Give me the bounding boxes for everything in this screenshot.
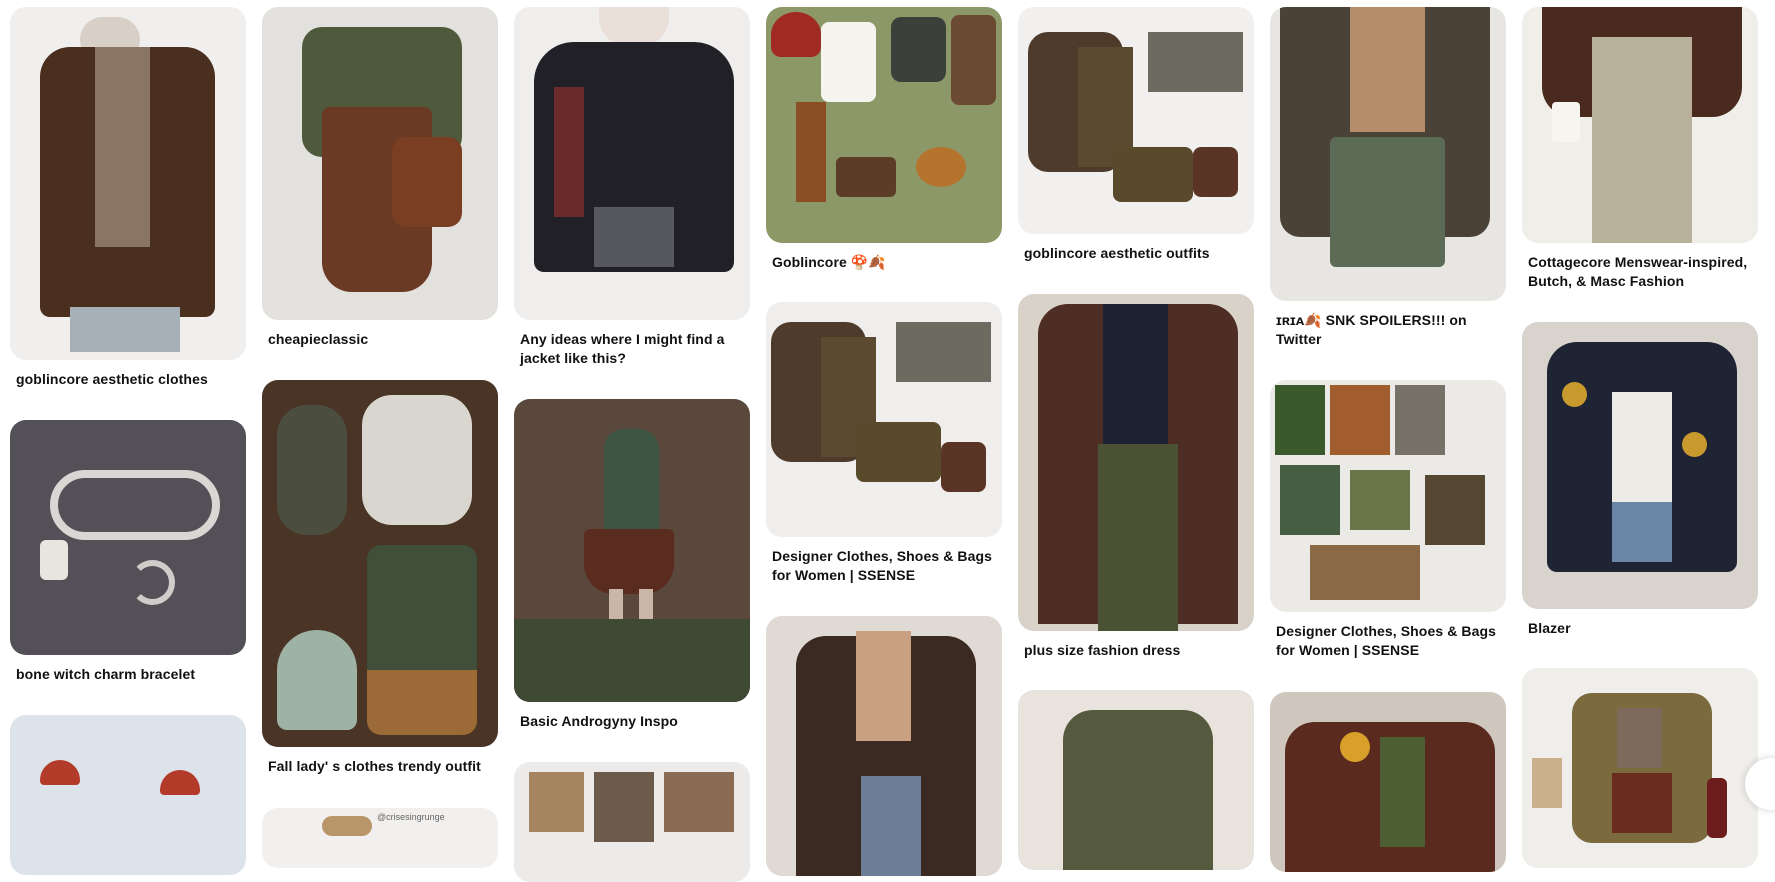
pin-caption[interactable]: Basic Androgyny Inspo (520, 712, 744, 731)
pin-card[interactable] (766, 616, 1002, 876)
pin-card[interactable]: Basic Androgyny Inspo (514, 399, 750, 731)
pin-card[interactable]: goblincore aesthetic clothes (10, 7, 246, 389)
pin-caption[interactable]: bone witch charm bracelet (16, 665, 240, 684)
pin-card[interactable]: Designer Clothes, Shoes & Bags for Women… (1270, 380, 1506, 660)
pin-caption[interactable]: Fall lady' s clothes trendy outfit (268, 757, 492, 776)
pin-image-goblincore-outfits[interactable] (1018, 7, 1254, 234)
pin-image-flower-sweater[interactable] (1270, 692, 1506, 872)
pin-image-patchwork-jacket[interactable] (514, 7, 750, 320)
pin-image-flatlay-backpack[interactable] (262, 380, 498, 747)
pin-image-mushroom-shirt[interactable] (10, 715, 246, 875)
pin-caption[interactable]: goblincore aesthetic clothes (16, 370, 240, 389)
pin-image-charm-bracelet[interactable] (10, 420, 246, 655)
pin-card[interactable]: bone witch charm bracelet (10, 420, 246, 684)
pin-image-ssense-goblincore[interactable] (766, 302, 1002, 537)
pin-caption[interactable]: Blazer (1528, 619, 1752, 638)
pin-card[interactable]: Cottagecore Menswear-inspired, Butch, & … (1522, 7, 1758, 291)
pin-card[interactable]: Goblincore 🍄🍂 (766, 7, 1002, 272)
pin-caption[interactable]: Any ideas where I might find a jacket li… (520, 330, 744, 368)
pin-image-collage[interactable] (514, 762, 750, 882)
pin-card[interactable]: Designer Clothes, Shoes & Bags for Women… (766, 302, 1002, 585)
pin-card[interactable] (1270, 692, 1506, 872)
pin-card[interactable]: cheapieclassic (262, 7, 498, 349)
pin-caption[interactable]: cheapieclassic (268, 330, 492, 349)
pin-caption[interactable]: Designer Clothes, Shoes & Bags for Women… (1276, 622, 1500, 660)
pin-card[interactable]: Any ideas where I might find a jacket li… (514, 7, 750, 368)
pin-card[interactable]: Blazer (1522, 322, 1758, 638)
pin-caption[interactable]: plus size fashion dress (1024, 641, 1248, 660)
pin-card[interactable]: Fall lady' s clothes trendy outfit (262, 380, 498, 776)
pin-image-forest-collage[interactable] (1270, 380, 1506, 612)
pin-card[interactable] (514, 762, 750, 882)
pin-card[interactable]: plus size fashion dress (1018, 294, 1254, 660)
pin-image-cottagecore-flatlay[interactable] (1522, 668, 1758, 868)
pin-card[interactable]: goblincore aesthetic outfits (1018, 7, 1254, 263)
pin-card[interactable] (1522, 668, 1758, 868)
pin-image-plaid-shorts[interactable] (1270, 7, 1506, 301)
pin-board: { "captions": { "c0_0": "goblincore aest… (0, 0, 1775, 882)
pin-image-corduroy-coat[interactable] (10, 7, 246, 360)
pin-card[interactable] (10, 715, 246, 875)
pin-image-watermarked[interactable]: @crisesingrunge (262, 808, 498, 868)
pin-image-floral-blazer[interactable] (1522, 322, 1758, 609)
pin-card[interactable]: @crisesingrunge (262, 808, 498, 868)
pin-image-overalls[interactable] (1522, 7, 1758, 243)
pin-caption[interactable]: Designer Clothes, Shoes & Bags for Women… (772, 547, 996, 585)
pin-caption[interactable]: Cottagecore Menswear-inspired, Butch, & … (1528, 253, 1752, 291)
pin-card[interactable]: ɪʀɪᴀ🍂 SNK SPOILERS!!! on Twitter (1270, 7, 1506, 349)
pin-image-goblincore-board[interactable] (766, 7, 1002, 243)
pin-image-plaid-flannel[interactable] (1018, 294, 1254, 631)
pin-image-androgyny-outfit[interactable] (514, 399, 750, 702)
pin-card[interactable] (1018, 690, 1254, 870)
pin-image-army-jacket[interactable] (1018, 690, 1254, 870)
pin-caption[interactable]: ɪʀɪᴀ🍂 SNK SPOILERS!!! on Twitter (1276, 311, 1500, 349)
pin-caption[interactable]: goblincore aesthetic outfits (1024, 244, 1248, 263)
pin-image-plaid-shirt[interactable] (766, 616, 1002, 876)
pin-caption[interactable]: Goblincore 🍄🍂 (772, 253, 996, 272)
pin-image-cardigan-dress[interactable] (262, 7, 498, 320)
watermark-text: @crisesingrunge (377, 812, 445, 822)
